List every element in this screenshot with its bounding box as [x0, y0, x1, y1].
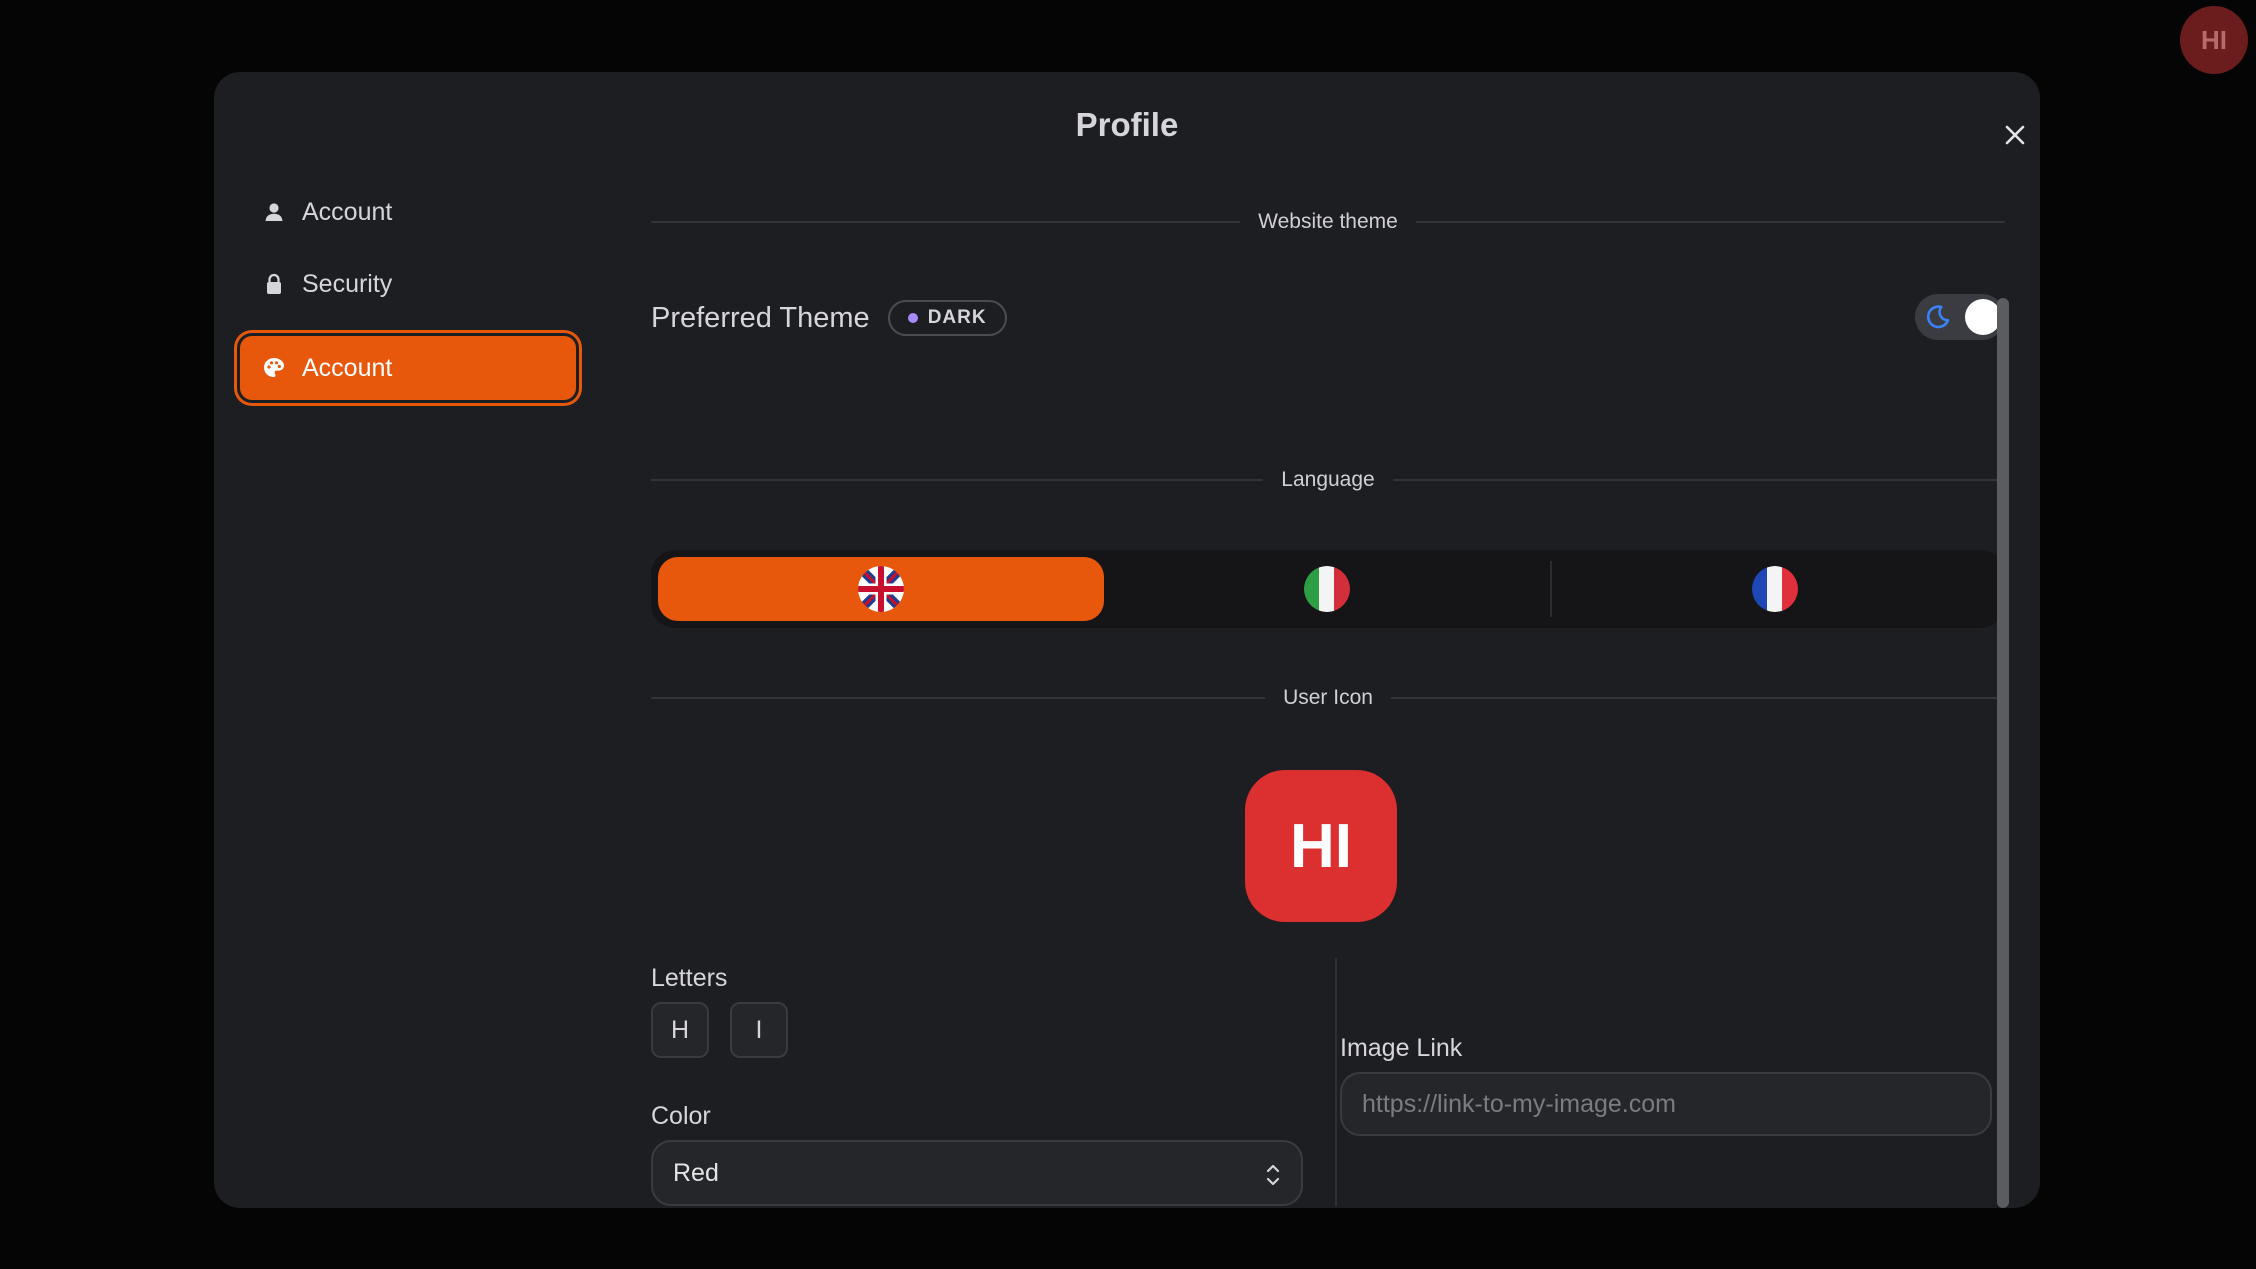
palette-icon: [264, 358, 284, 377]
language-selector: [651, 550, 2005, 628]
color-select-value: Red: [673, 1158, 719, 1187]
profile-modal: Profile Account Security Account Website…: [214, 72, 2040, 1208]
settings-content: Website theme Preferred Theme DARK Langu…: [651, 72, 2009, 1208]
header-avatar[interactable]: HI: [2180, 6, 2248, 74]
letters-label: Letters: [651, 964, 728, 992]
sidebar-item-label: Security: [302, 269, 393, 298]
user-icon-preview: HI: [1245, 770, 1397, 922]
preferred-theme-row: Preferred Theme DARK: [651, 294, 2005, 342]
color-select[interactable]: Red: [651, 1140, 1303, 1206]
sidebar-item-account[interactable]: Account: [240, 182, 576, 242]
letter-input-2[interactable]: I: [730, 1002, 788, 1058]
sidebar-item-appearance[interactable]: Account: [240, 336, 576, 400]
preferred-theme-label: Preferred Theme: [651, 301, 870, 334]
section-divider-user-icon: User Icon: [651, 686, 2005, 710]
chevron-up-down-icon: [1266, 1164, 1280, 1186]
scrollbar[interactable]: [1997, 298, 2009, 1208]
moon-icon: [1926, 305, 1950, 329]
section-heading: Language: [1281, 468, 1375, 491]
sidebar-item-security[interactable]: Security: [240, 254, 576, 314]
color-label: Color: [651, 1102, 711, 1130]
column-divider: [1335, 958, 1337, 1206]
profile-sidebar: Account Security Account: [240, 182, 576, 412]
image-link-label: Image Link: [1340, 1034, 1463, 1062]
section-heading: User Icon: [1283, 686, 1373, 709]
language-option-french[interactable]: [1552, 557, 1998, 621]
theme-badge: DARK: [887, 300, 1007, 336]
section-divider-language: Language: [651, 468, 2005, 492]
letter-input-1[interactable]: H: [651, 1002, 709, 1058]
image-link-input[interactable]: [1340, 1072, 1992, 1136]
lock-icon: [267, 273, 281, 294]
sidebar-item-label: Account: [302, 353, 393, 382]
section-divider-theme: Website theme: [651, 210, 2005, 234]
sidebar-item-label: Account: [302, 197, 393, 226]
user-icon: [265, 203, 283, 221]
theme-badge-text: DARK: [927, 307, 987, 328]
language-option-english[interactable]: [658, 557, 1104, 621]
close-icon: [2005, 125, 2025, 145]
toggle-knob: [1965, 299, 2001, 335]
theme-toggle[interactable]: [1915, 294, 2005, 340]
language-option-italian[interactable]: [1104, 557, 1550, 621]
italy-flag-icon: [1304, 566, 1350, 612]
status-dot-icon: [907, 313, 918, 323]
uk-flag-icon: [858, 566, 904, 612]
section-heading: Website theme: [1258, 210, 1398, 233]
france-flag-icon: [1752, 566, 1798, 612]
